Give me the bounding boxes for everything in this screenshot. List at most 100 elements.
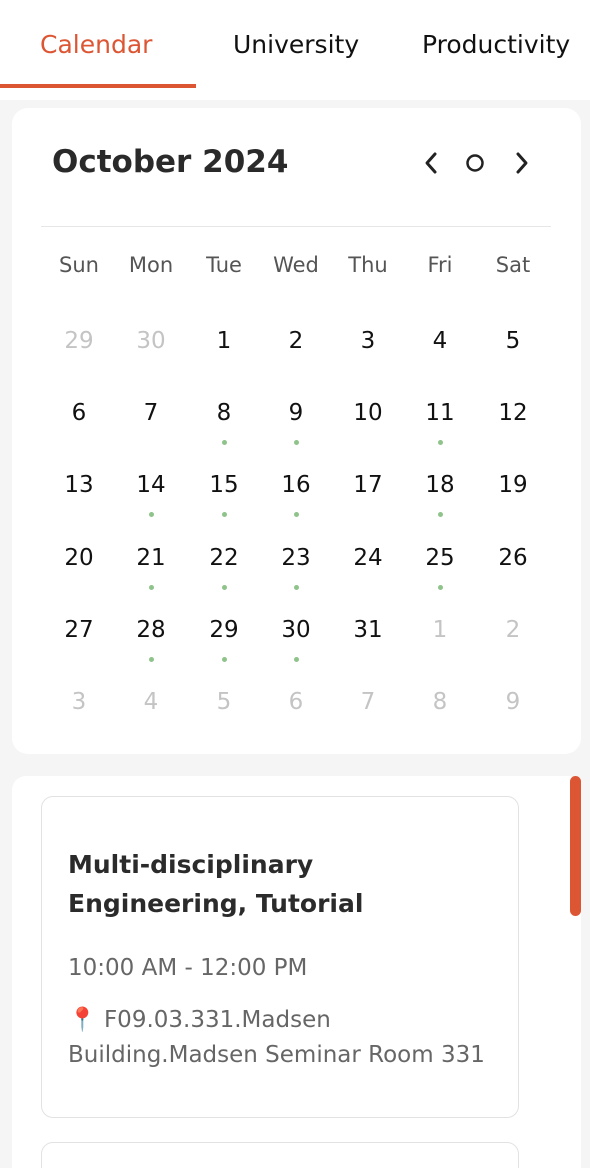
event-list[interactable]: Multi-disciplinary Engineering, Tutorial… [12,776,581,1168]
active-tab-indicator [0,84,196,88]
day-cell[interactable]: 13 [49,472,109,522]
day-cell-outside-month[interactable]: 5 [194,689,254,739]
day-number: 28 [136,617,166,643]
day-cell[interactable]: 23 [266,545,326,595]
day-number: 27 [64,617,94,643]
day-cell-outside-month[interactable]: 7 [338,689,398,739]
day-cell[interactable]: 30 [266,617,326,667]
day-cell[interactable]: 10 [338,400,398,450]
event-card[interactable] [41,1142,519,1168]
day-cell[interactable]: 8 [194,400,254,450]
day-cell[interactable]: 27 [49,617,109,667]
day-number: 14 [136,472,166,498]
previous-month-button[interactable] [417,148,445,178]
day-cell[interactable]: 12 [483,400,543,450]
day-number: 5 [216,689,232,715]
day-number: 30 [136,328,166,354]
day-cell[interactable]: 16 [266,472,326,522]
day-cell-outside-month[interactable]: 9 [483,689,543,739]
day-number: 31 [353,617,383,643]
day-cell[interactable]: 21 [121,545,181,595]
day-cell[interactable]: 11 [410,400,470,450]
day-cell-outside-month[interactable]: 2 [483,617,543,667]
day-number: 4 [432,328,448,354]
weekday-label: Thu [348,253,388,277]
day-number: 20 [64,545,94,571]
day-cell-outside-month[interactable]: 30 [121,328,181,378]
day-number: 4 [143,689,159,715]
tab-university[interactable]: University [233,30,359,70]
top-tab-bar: Calendar University Productivity [0,0,590,100]
day-cell[interactable]: 7 [121,400,181,450]
day-cell-outside-month[interactable]: 29 [49,328,109,378]
day-number: 30 [281,617,311,643]
next-month-button[interactable] [508,148,536,178]
day-cell[interactable]: 17 [338,472,398,522]
event-indicator-dot [148,585,154,590]
day-cell[interactable]: 28 [121,617,181,667]
day-cell[interactable]: 25 [410,545,470,595]
today-button[interactable] [461,148,489,178]
day-cell[interactable]: 31 [338,617,398,667]
day-number: 3 [71,689,87,715]
weekday-label: Fri [427,253,453,277]
day-cell-outside-month[interactable]: 4 [121,689,181,739]
event-indicator-dot [437,585,443,590]
tab-productivity[interactable]: Productivity [422,30,570,70]
day-cell[interactable]: 26 [483,545,543,595]
event-location-text: F09.03.331.Madsen Building.Madsen Semina… [68,1007,485,1068]
event-indicator-dot [148,512,154,517]
day-number: 29 [209,617,239,643]
day-cell[interactable]: 24 [338,545,398,595]
day-number: 7 [143,400,159,426]
day-number: 19 [498,472,528,498]
event-time: 10:00 AM - 12:00 PM [68,955,308,981]
day-cell[interactable]: 29 [194,617,254,667]
day-cell[interactable]: 3 [338,328,398,378]
event-indicator-dot [293,585,299,590]
day-cell[interactable]: 20 [49,545,109,595]
event-list-scrollbar[interactable] [570,776,581,916]
day-number: 9 [288,400,304,426]
tab-calendar[interactable]: Calendar [40,30,152,70]
day-number: 2 [505,617,521,643]
day-cell[interactable]: 5 [483,328,543,378]
chevron-left-icon [425,152,437,174]
day-cell[interactable]: 1 [194,328,254,378]
day-cell[interactable]: 14 [121,472,181,522]
day-cell[interactable]: 6 [49,400,109,450]
day-number: 6 [71,400,87,426]
day-number: 12 [498,400,528,426]
chevron-right-icon [516,152,528,174]
event-indicator-dot [148,657,154,662]
weekday-label: Sun [59,253,99,277]
day-number: 10 [353,400,383,426]
day-cell[interactable]: 15 [194,472,254,522]
day-cell[interactable]: 22 [194,545,254,595]
weekday-label: Tue [206,253,242,277]
weekday-label: Sat [495,253,531,277]
day-cell-outside-month[interactable]: 6 [266,689,326,739]
day-cell[interactable]: 2 [266,328,326,378]
day-number: 24 [353,545,383,571]
day-number: 15 [209,472,239,498]
event-indicator-dot [437,512,443,517]
day-cell[interactable]: 19 [483,472,543,522]
event-location: 📍 F09.03.331.Madsen Building.Madsen Semi… [68,1003,508,1073]
day-cell-outside-month[interactable]: 1 [410,617,470,667]
day-cell[interactable]: 18 [410,472,470,522]
day-number: 2 [288,328,304,354]
day-cell[interactable]: 4 [410,328,470,378]
day-cell-outside-month[interactable]: 8 [410,689,470,739]
day-number: 21 [136,545,166,571]
weekday-label: Mon [128,253,174,277]
day-number: 25 [425,545,455,571]
day-cell[interactable]: 9 [266,400,326,450]
month-title: October 2024 [52,144,289,180]
day-number: 17 [353,472,383,498]
event-card[interactable]: Multi-disciplinary Engineering, Tutorial… [41,796,519,1118]
day-number: 11 [425,400,455,426]
day-cell-outside-month[interactable]: 3 [49,689,109,739]
day-number: 13 [64,472,94,498]
event-indicator-dot [293,512,299,517]
